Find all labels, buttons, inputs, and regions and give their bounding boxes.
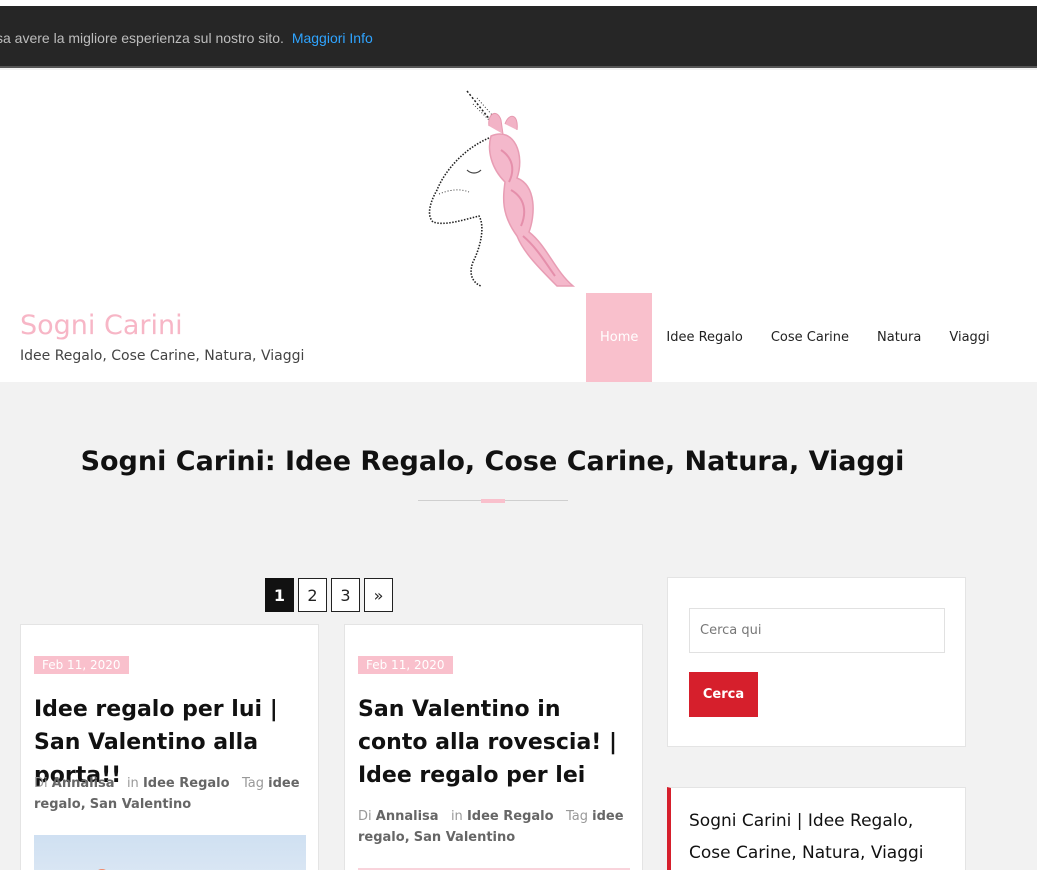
cookie-message: sa avere la migliore esperienza sul nost…	[0, 30, 284, 46]
post-author-link[interactable]: Annalisa	[52, 776, 115, 791]
search-widget: Cerca	[667, 577, 966, 747]
post-in-label: in	[126, 776, 139, 791]
post-date-badge[interactable]: Feb 11, 2020	[358, 656, 453, 674]
nav-item-home[interactable]: Home	[586, 293, 653, 382]
site-header: Sogni Carini Idee Regalo, Cose Carine, N…	[0, 70, 1037, 382]
page-1-button[interactable]: 1	[265, 578, 294, 612]
post-tag-link[interactable]: San Valentino	[414, 830, 515, 845]
post-title[interactable]: San Valentino in conto alla rovescia! | …	[358, 693, 630, 792]
search-button[interactable]: Cerca	[689, 672, 758, 717]
post-card: Feb 11, 2020 San Valentino in conto alla…	[344, 624, 643, 870]
post-by-label: Di	[358, 809, 372, 824]
post-in-label: in	[450, 809, 463, 824]
page-2-button[interactable]: 2	[298, 578, 327, 612]
post-author-link[interactable]: Annalisa	[376, 809, 439, 824]
site-tagline: Idee Regalo, Cose Carine, Natura, Viaggi	[20, 348, 305, 364]
post-tag-link[interactable]: San Valentino	[90, 797, 191, 812]
post-thumbnail[interactable]	[34, 835, 306, 870]
next-page-button[interactable]: »	[364, 578, 393, 612]
cookie-text: sa avere la migliore esperienza sul nost…	[0, 30, 373, 46]
nav-item-cose-carine[interactable]: Cose Carine	[757, 293, 863, 382]
post-by-label: Di	[34, 776, 48, 791]
post-category-link[interactable]: Idee Regalo	[143, 776, 230, 791]
post-card: Feb 11, 2020 Idee regalo per lui | San V…	[20, 624, 319, 870]
cookie-more-info-link[interactable]: Maggiori Info	[292, 30, 373, 46]
pagination: 1 2 3 »	[265, 578, 393, 612]
title-divider-accent	[481, 499, 505, 503]
search-input[interactable]	[689, 608, 945, 653]
main-nav: Home Idee Regalo Cose Carine Natura Viag…	[586, 293, 1004, 382]
nav-item-natura[interactable]: Natura	[863, 293, 935, 382]
post-category-link[interactable]: Idee Regalo	[467, 809, 554, 824]
cookie-bar: sa avere la migliore esperienza sul nost…	[0, 6, 1037, 68]
unicorn-logo-icon[interactable]	[405, 86, 645, 292]
post-tag-label: Tag	[241, 776, 264, 791]
page-3-button[interactable]: 3	[331, 578, 360, 612]
site-title[interactable]: Sogni Carini	[20, 310, 183, 341]
widget-title: Sogni Carini | Idee Regalo, Cose Carine,…	[689, 811, 924, 863]
post-tag-label: Tag	[565, 809, 588, 824]
post-meta: Di Annalisa in Idee Regalo Tag idee rega…	[358, 806, 638, 848]
nav-item-idee-regalo[interactable]: Idee Regalo	[652, 293, 756, 382]
post-date-badge[interactable]: Feb 11, 2020	[34, 656, 129, 674]
post-meta: Di Annalisa in Idee Regalo Tag idee rega…	[34, 773, 314, 815]
sidebar-widget: Sogni Carini | Idee Regalo, Cose Carine,…	[667, 787, 966, 870]
page-title: Sogni Carini: Idee Regalo, Cose Carine, …	[80, 446, 905, 477]
nav-item-viaggi[interactable]: Viaggi	[935, 293, 1003, 382]
